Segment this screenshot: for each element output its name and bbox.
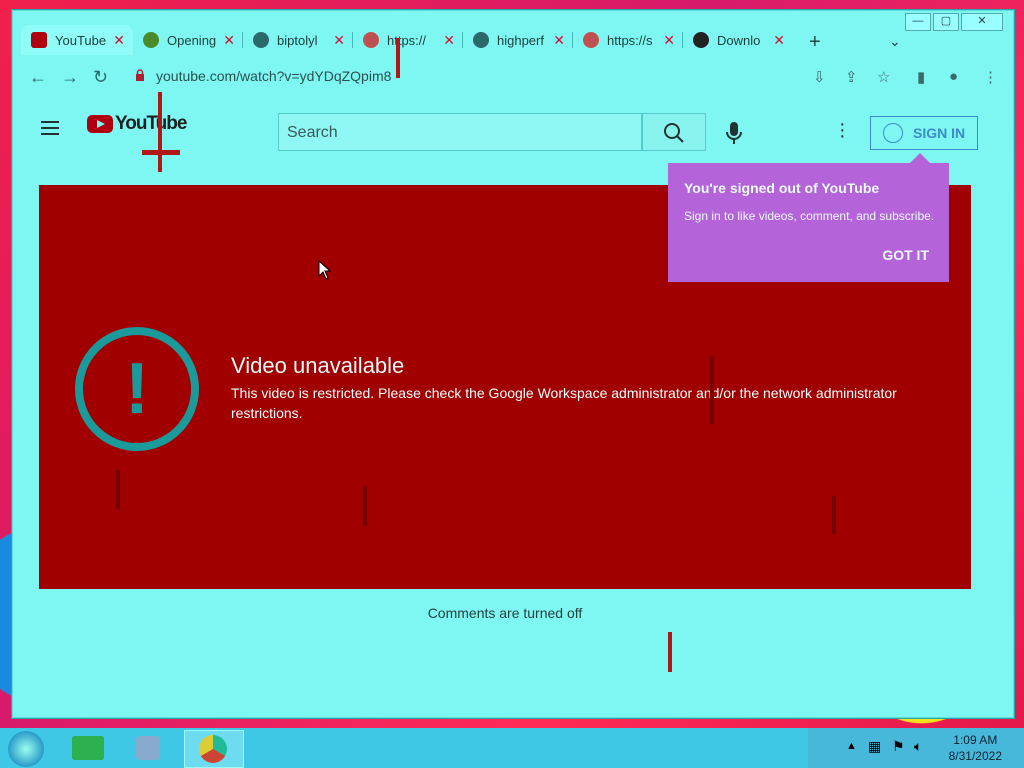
tab-opening[interactable]: Opening ✕ (133, 25, 243, 55)
menu-dots-icon[interactable]: ⋮ (983, 68, 998, 86)
close-button[interactable]: ✕ (961, 13, 1003, 31)
tab-label: https:// (387, 32, 427, 48)
globe-icon (253, 32, 269, 48)
search-button[interactable] (642, 113, 706, 151)
explorer-taskbar-icon[interactable] (60, 730, 118, 766)
globe-icon (583, 32, 599, 48)
microphone-icon[interactable] (726, 121, 742, 145)
back-icon[interactable]: ← (29, 67, 47, 88)
tab-https-1[interactable]: https:// ✕ (353, 25, 463, 55)
media-player-taskbar-icon[interactable] (120, 730, 178, 766)
decor-pin (116, 470, 120, 510)
clock[interactable]: 1:09 AM 8/31/2022 (949, 732, 1002, 764)
youtube-logo[interactable]: YouTube (87, 113, 187, 135)
tab-label: YouTube (55, 32, 107, 48)
tab-close-icon[interactable]: ✕ (773, 32, 785, 49)
decor-pin (710, 356, 714, 424)
comments-status: Comments are turned off (427, 605, 583, 621)
side-panel-icon[interactable]: ▮ (917, 68, 925, 86)
tab-label: https://s (607, 32, 653, 48)
tab-https-2[interactable]: https://s ✕ (573, 25, 683, 55)
youtube-page: YouTube Search · · · SIGN IN ! Video unava… (13, 95, 1013, 715)
profile-icon[interactable]: ● (949, 68, 958, 85)
tab-close-icon[interactable]: ✕ (333, 32, 345, 49)
show-hidden-icons-icon[interactable]: ▲ (846, 740, 857, 752)
sign-in-button[interactable]: SIGN IN (870, 116, 978, 150)
search-icon (664, 123, 684, 143)
exclamation-icon: ! (75, 327, 199, 451)
logo-text: YouTube (115, 113, 187, 134)
hamburger-menu-icon[interactable] (41, 117, 59, 139)
decor-pin (396, 38, 400, 78)
got-it-button[interactable]: GOT IT (882, 247, 929, 263)
mouse-cursor-icon (318, 260, 332, 280)
browser-window: — ▢ ✕ YouTube ✕ Opening ✕ biptolyl ✕ htt… (12, 10, 1014, 718)
decor-pin (363, 486, 367, 526)
install-icon[interactable]: ⇩ (813, 68, 826, 86)
tab-biptolyl[interactable]: biptolyl ✕ (243, 25, 353, 55)
chrome-taskbar-icon[interactable] (184, 730, 244, 768)
window-controls: — ▢ ✕ (903, 13, 1003, 31)
settings-dots-icon[interactable]: · · · (839, 114, 846, 146)
tab-close-icon[interactable]: ✕ (113, 32, 125, 49)
taskbar: ▲ ▦ ⚑ 🔈︎ 1:09 AM 8/31/2022 (0, 728, 1024, 768)
search-input[interactable]: Search (278, 113, 642, 151)
tab-search-icon[interactable]: ⌄ (889, 33, 901, 50)
globe-icon (473, 32, 489, 48)
minimize-button[interactable]: — (905, 13, 931, 31)
lock-icon (136, 69, 144, 81)
tab-close-icon[interactable]: ✕ (443, 32, 455, 49)
action-center-icon[interactable]: ⚑ (892, 738, 905, 755)
tab-label: biptolyl (277, 32, 318, 48)
clock-time: 1:09 AM (953, 733, 998, 747)
sign-in-label: SIGN IN (913, 125, 966, 141)
tab-label: Downlo (717, 32, 761, 48)
network-icon[interactable]: ▦ (868, 738, 881, 755)
signed-out-popup: You're signed out of YouTube Sign in to … (668, 153, 949, 282)
forward-icon[interactable]: → (61, 67, 79, 88)
globe-icon (363, 32, 379, 48)
tab-close-icon[interactable]: ✕ (553, 32, 565, 49)
popup-title: You're signed out of YouTube (684, 180, 880, 196)
account-icon (883, 123, 903, 143)
reload-icon[interactable]: ↻ (93, 67, 108, 88)
decor-pin (668, 632, 672, 672)
tab-highperf[interactable]: highperf ✕ (463, 25, 573, 55)
decor-pin (158, 92, 162, 172)
volume-icon[interactable]: 🔈︎ (914, 738, 922, 755)
decor-pin (142, 150, 180, 155)
address-bar[interactable]: youtube.com/watch?v=ydYDqZQpim8 (156, 68, 391, 84)
tab-label: Opening (167, 32, 217, 48)
popup-message: Sign in to like videos, comment, and sub… (684, 209, 935, 223)
youtube-icon (31, 32, 47, 48)
tab-close-icon[interactable]: ✕ (223, 32, 235, 49)
reddit-icon (143, 32, 159, 48)
decor-pin (832, 496, 836, 534)
tab-download[interactable]: Downlo ✕ (683, 25, 793, 55)
tab-label: highperf (497, 32, 544, 48)
share-icon[interactable]: ⇪ (845, 68, 858, 86)
bookmark-star-icon[interactable]: ☆ (877, 68, 890, 86)
tab-close-icon[interactable]: ✕ (663, 32, 675, 49)
start-button[interactable] (8, 731, 44, 767)
tab-strip: — ▢ ✕ YouTube ✕ Opening ✕ biptolyl ✕ htt… (13, 11, 1013, 69)
search-placeholder: Search (287, 124, 338, 141)
clock-date: 8/31/2022 (948, 749, 1002, 763)
maximize-button[interactable]: ▢ (933, 13, 959, 31)
video-unavailable-message: This video is restricted. Please check t… (231, 385, 897, 421)
new-tab-icon[interactable]: + (809, 31, 821, 54)
video-unavailable-title: Video unavailable (231, 353, 405, 378)
play-logo-icon (87, 115, 113, 133)
tab-youtube[interactable]: YouTube ✕ (21, 25, 133, 55)
mega-icon (693, 32, 709, 48)
